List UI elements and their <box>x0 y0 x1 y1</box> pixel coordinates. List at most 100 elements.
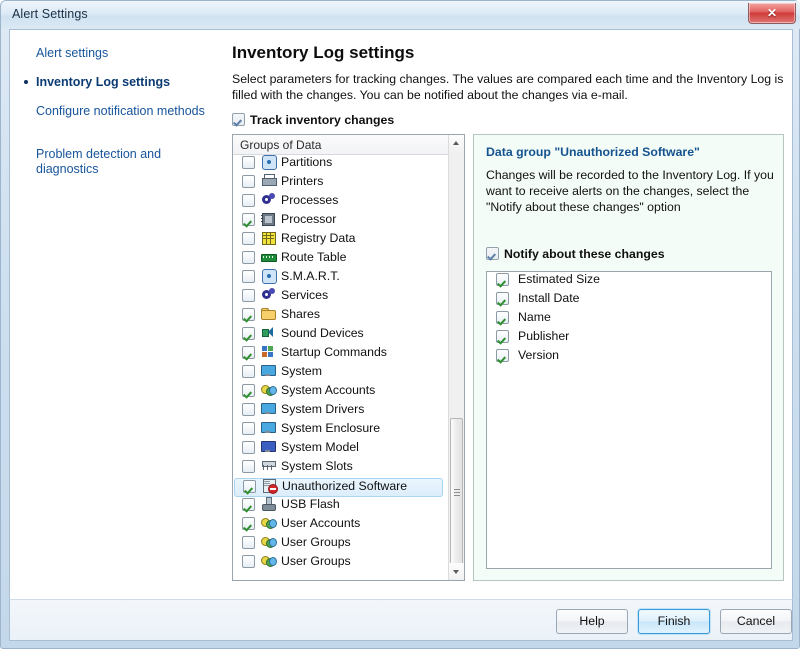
list-item[interactable]: Registry Data <box>233 231 449 250</box>
sidebar-item-label: Problem detection and diagnostics <box>36 147 162 176</box>
scroll-up-button[interactable] <box>449 135 464 152</box>
list-item-label: S.M.A.R.T. <box>281 269 340 283</box>
list-item-checkbox[interactable] <box>242 156 255 169</box>
list-item-checkbox[interactable] <box>242 460 255 473</box>
sidebar-item-label: Configure notification methods <box>36 104 205 118</box>
list-item[interactable]: User Groups <box>233 535 449 554</box>
field-label: Name <box>518 310 551 324</box>
list-item[interactable]: Processes <box>233 193 449 212</box>
list-item-checkbox[interactable] <box>242 498 255 511</box>
list-item[interactable]: Shares <box>233 307 449 326</box>
list-item[interactable]: User Accounts <box>233 516 449 535</box>
dialog-footer: Help Finish Cancel <box>9 599 793 641</box>
list-item[interactable]: Printers <box>233 174 449 193</box>
field-checkbox[interactable] <box>496 273 509 286</box>
list-item-checkbox[interactable] <box>242 365 255 378</box>
list-item[interactable]: System <box>233 364 449 383</box>
list-item-label: Printers <box>281 174 324 188</box>
list-item-checkbox[interactable] <box>242 175 255 188</box>
gear-icon <box>261 288 277 302</box>
list-item-checkbox[interactable] <box>242 555 255 568</box>
list-item[interactable]: Partitions <box>233 155 449 174</box>
list-item-checkbox[interactable] <box>242 441 255 454</box>
track-inventory-changes-label: Track inventory changes <box>250 113 395 127</box>
list-item-checkbox[interactable] <box>242 308 255 321</box>
field-checkbox[interactable] <box>496 311 509 324</box>
gear-icon <box>261 193 277 207</box>
list-item-checkbox[interactable] <box>242 536 255 549</box>
users-icon <box>261 383 277 397</box>
field-list-item[interactable]: Publisher <box>487 329 771 348</box>
cancel-button[interactable]: Cancel <box>720 609 792 634</box>
disk-icon <box>261 155 277 170</box>
unauthorized-software-icon <box>262 479 278 494</box>
list-item[interactable]: USB Flash <box>233 497 449 516</box>
list-item[interactable]: System Enclosure <box>233 421 449 440</box>
sidebar-item-alert-settings[interactable]: Alert settings <box>36 46 212 61</box>
scrollbar-thumb[interactable] <box>450 418 463 566</box>
list-item-label: User Groups <box>281 554 351 568</box>
list-item-checkbox[interactable] <box>242 251 255 264</box>
list-item-checkbox[interactable] <box>242 213 255 226</box>
help-button[interactable]: Help <box>556 609 628 634</box>
field-list-item[interactable]: Name <box>487 310 771 329</box>
field-checkbox[interactable] <box>496 330 509 343</box>
field-list-item[interactable]: Install Date <box>487 291 771 310</box>
list-item-checkbox[interactable] <box>242 289 255 302</box>
groups-list-scrollbar[interactable] <box>448 135 464 580</box>
list-item-checkbox[interactable] <box>243 480 256 493</box>
list-item[interactable]: S.M.A.R.T. <box>233 269 449 288</box>
list-item-label: Startup Commands <box>281 345 387 359</box>
field-list-item[interactable]: Estimated Size <box>487 272 771 291</box>
speaker-icon <box>261 326 277 340</box>
list-item-checkbox[interactable] <box>242 327 255 340</box>
sidebar-item-problem-detection-and-diagnostics[interactable]: Problem detection and diagnostics <box>36 147 212 177</box>
list-item[interactable]: Startup Commands <box>233 345 449 364</box>
scroll-down-button[interactable] <box>449 563 464 580</box>
sidebar-item-inventory-log-settings[interactable]: Inventory Log settings <box>24 75 212 90</box>
list-item-label: System Accounts <box>281 383 376 397</box>
list-item[interactable]: Route Table <box>233 250 449 269</box>
folder-icon <box>261 307 277 321</box>
data-group-title: Data group "Unauthorized Software" <box>486 145 700 159</box>
field-list-item[interactable]: Version <box>487 348 771 367</box>
list-item-checkbox[interactable] <box>242 194 255 207</box>
list-item[interactable]: System Drivers <box>233 402 449 421</box>
close-button[interactable]: ✕ <box>748 3 796 24</box>
list-item[interactable]: System Slots <box>233 459 449 478</box>
list-item-checkbox[interactable] <box>242 346 255 359</box>
list-item[interactable]: System Accounts <box>233 383 449 402</box>
list-item-checkbox[interactable] <box>242 232 255 245</box>
list-item-selected[interactable]: Unauthorized Software <box>234 478 443 497</box>
field-checkbox[interactable] <box>496 292 509 305</box>
list-item[interactable]: Sound Devices <box>233 326 449 345</box>
monitor-icon <box>261 421 277 435</box>
tracked-fields-list[interactable]: Estimated Size Install Date Name Publisher V… <box>486 271 772 569</box>
chevron-down-icon <box>453 570 459 574</box>
list-item[interactable]: Processor <box>233 212 449 231</box>
field-checkbox[interactable] <box>496 349 509 362</box>
list-item-checkbox[interactable] <box>242 517 255 530</box>
grid-icon <box>261 231 277 245</box>
list-item-checkbox[interactable] <box>242 403 255 416</box>
list-item-checkbox[interactable] <box>242 384 255 397</box>
list-item[interactable]: Services <box>233 288 449 307</box>
main-pane: Inventory Log settings Select parameters… <box>222 30 792 599</box>
list-item-label: USB Flash <box>281 497 340 511</box>
notify-about-changes-checkbox[interactable]: Notify about these changes <box>486 247 665 261</box>
sidebar-item-configure-notification-methods[interactable]: Configure notification methods <box>36 104 212 119</box>
list-item-checkbox[interactable] <box>242 422 255 435</box>
list-item-label: Partitions <box>281 155 333 169</box>
list-item-label: Sound Devices <box>281 326 364 340</box>
list-item-label: Processor <box>281 212 337 226</box>
groups-of-data-list[interactable]: Partitions Printers Processes Processor Regi… <box>233 155 449 580</box>
track-inventory-changes-checkbox[interactable]: Track inventory changes <box>232 113 394 127</box>
list-item-checkbox[interactable] <box>242 270 255 283</box>
list-item-label: System Slots <box>281 459 353 473</box>
active-bullet-icon <box>24 80 28 84</box>
list-item[interactable]: System Model <box>233 440 449 459</box>
finish-button[interactable]: Finish <box>638 609 710 634</box>
groups-of-data-header[interactable]: Groups of Data <box>233 135 464 155</box>
list-item[interactable]: User Groups <box>233 554 449 573</box>
users-icon <box>261 516 277 530</box>
